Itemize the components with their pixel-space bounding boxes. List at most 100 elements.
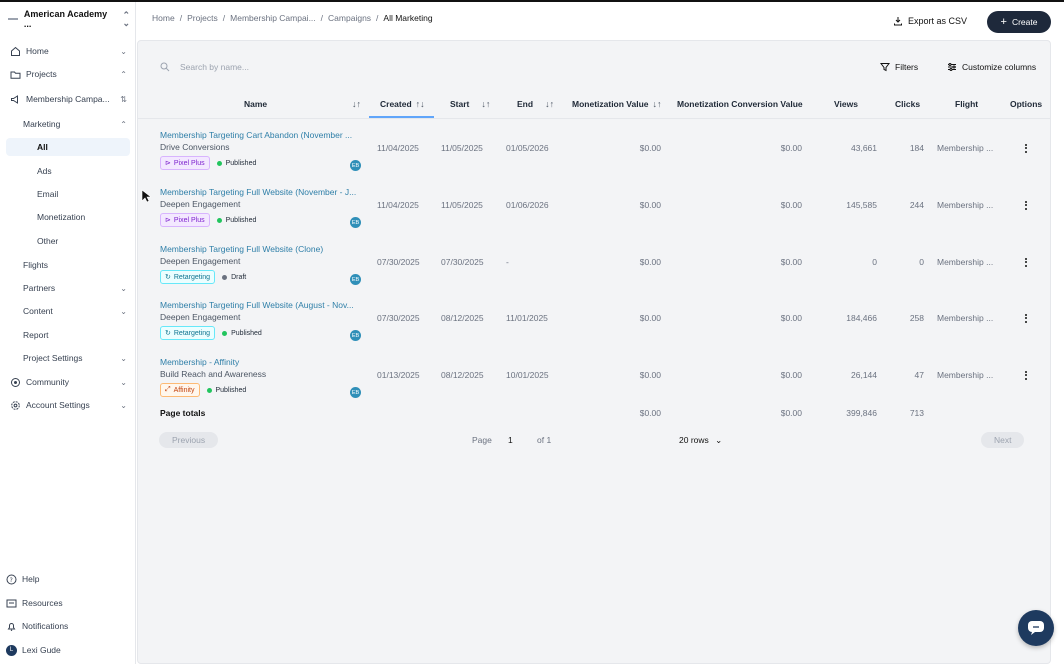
next-button[interactable]: Next [981,432,1025,448]
row-options-menu[interactable] [1021,255,1031,269]
table-row[interactable]: Membership - Affinity Build Reach and Aw… [137,350,1051,407]
chat-support-button[interactable] [1018,610,1054,646]
home-icon [9,45,21,57]
sidebar-item-label: Account Settings [26,400,90,410]
table-row[interactable]: Membership Targeting Full Website (Clone… [137,237,1051,294]
breadcrumb-separator: / [320,13,324,23]
sidebar-item-community[interactable]: Community ⌄ [6,373,130,391]
start-date: 11/05/2025 [441,200,483,210]
sidebar-item-ads[interactable]: Ads [6,162,130,180]
page-number-input[interactable]: 1 [508,435,513,445]
breadcrumb-item[interactable]: Projects [187,13,218,23]
col-header-start[interactable]: Start ↓↑ [450,97,490,111]
sidebar-item-projects[interactable]: Projects ⌃ [6,65,130,83]
sidebar-item-home[interactable]: Home ⌄ [6,42,130,60]
row-options-menu[interactable] [1021,311,1031,325]
sidebar-item-label: Monetization [37,212,86,222]
sidebar-item-project-settings[interactable]: Project Settings ⌄ [6,349,130,367]
breadcrumb-item[interactable]: Home [152,13,175,23]
table-row[interactable]: Membership Targeting Full Website (Augus… [137,293,1051,350]
sidebar-item-label: Email [37,189,59,199]
monetization-conversion-value: $0.00 [780,370,802,380]
col-header-monetization-value[interactable]: Monetization Value ↓↑ [572,97,662,111]
sidebar-item-monetization[interactable]: Monetization [6,208,130,226]
breadcrumb-item[interactable]: Campaigns [328,13,371,23]
campaign-title-link[interactable]: Membership Targeting Full Website (Clone… [160,244,365,254]
chevron-down-icon: ⌄ [120,46,127,56]
retarget-icon: ↻ [165,330,171,337]
created-date: 07/30/2025 [377,257,420,267]
sort-name-icon[interactable]: ↓↑ [352,97,361,111]
sidebar-item-membership-campaign[interactable]: Membership Campa... ⇅ [6,90,130,108]
col-header-name[interactable]: Name [244,97,267,111]
clicks-count: 0 [919,257,924,267]
sidebar-item-other[interactable]: Other [6,232,130,250]
row-options-menu[interactable] [1021,198,1031,212]
row-options-menu[interactable] [1021,141,1031,155]
views-count: 0 [872,257,877,267]
rows-per-page-select[interactable]: 20 rows ⌄ [679,435,722,446]
chevron-down-icon: ⌄ [120,283,127,293]
help-icon: ? [6,574,17,584]
col-header-created[interactable]: Created ↑↓ [380,97,425,111]
end-date: 11/01/2025 [506,313,548,323]
previous-button[interactable]: Previous [159,432,219,448]
views-count: 145,585 [846,200,877,210]
campaign-title-link[interactable]: Membership Targeting Cart Abandon (Novem… [160,130,365,140]
sidebar-item-partners[interactable]: Partners ⌄ [6,279,130,297]
search-bar[interactable] [160,58,380,76]
chevron-down-icon: ⌄ [120,353,127,363]
end-date: - [506,257,509,267]
notifications-link[interactable]: Notifications [6,618,68,634]
sidebar-item-label: Content [23,306,53,316]
sidebar-item-label: Project Settings [23,353,83,363]
sidebar-item-all[interactable]: All [6,138,130,156]
download-icon [894,17,902,26]
search-input[interactable] [180,62,360,72]
breadcrumb-item[interactable]: Membership Campai... [230,13,316,23]
table-row[interactable]: Membership Targeting Full Website (Novem… [137,180,1051,237]
create-button[interactable]: + Create [987,11,1051,33]
col-header-flight[interactable]: Flight [955,97,978,111]
user-profile[interactable]: L Lexi Gude [6,642,61,658]
sort-icon: ↓↑ [545,99,555,109]
campaign-title-link[interactable]: Membership Targeting Full Website (Novem… [160,187,365,197]
monetization-value: $0.00 [639,143,661,153]
col-header-views[interactable]: Views [834,97,858,111]
campaign-title-link[interactable]: Membership Targeting Full Website (Augus… [160,300,365,310]
col-header-end[interactable]: End ↓↑ [517,97,554,111]
sidebar-item-marketing[interactable]: Marketing ⌃ [6,115,130,133]
customize-columns-button[interactable]: Customize columns [947,59,1036,75]
sidebar-item-label: Marketing [23,119,61,129]
sidebar-item-flights[interactable]: Flights [6,256,130,274]
avatar: EB [350,160,361,171]
sidebar-item-content[interactable]: Content ⌄ [6,302,130,320]
table-row[interactable]: Membership Targeting Cart Abandon (Novem… [137,123,1051,180]
header-divider [137,118,1051,119]
resources-link[interactable]: Resources [6,595,63,611]
columns-label: Customize columns [962,62,1037,72]
pixel-icon: ⊳ [165,217,171,224]
clicks-count: 184 [909,143,924,153]
sidebar-item-email[interactable]: Email [6,185,130,203]
export-csv-button[interactable]: Export as CSV [893,12,967,30]
breadcrumb-separator: / [376,13,379,23]
filters-button[interactable]: Filters [880,59,918,75]
status-badge: Published [222,330,262,337]
org-switcher[interactable]: American Academy ... ⌃ ⌄ [8,9,130,29]
row-options-menu[interactable] [1021,368,1031,382]
create-label: Create [1011,17,1038,27]
col-header-monetization-conversion[interactable]: Monetization Conversion Value [677,97,803,111]
status-badge: Published [206,387,246,394]
page-label: Page [472,435,492,445]
totals-monetization-conversion: $0.00 [780,408,802,418]
monetization-conversion-value: $0.00 [780,257,802,267]
monetization-value: $0.00 [639,313,661,323]
end-date: 01/05/2026 [506,143,549,153]
sidebar-item-account-settings[interactable]: Account Settings ⌄ [6,396,130,414]
campaign-title-link[interactable]: Membership - Affinity [160,357,365,367]
breadcrumb-separator: / [179,13,183,23]
sidebar-item-report[interactable]: Report [6,326,130,344]
help-link[interactable]: ? Help [6,571,39,587]
col-header-clicks[interactable]: Clicks [895,97,920,111]
